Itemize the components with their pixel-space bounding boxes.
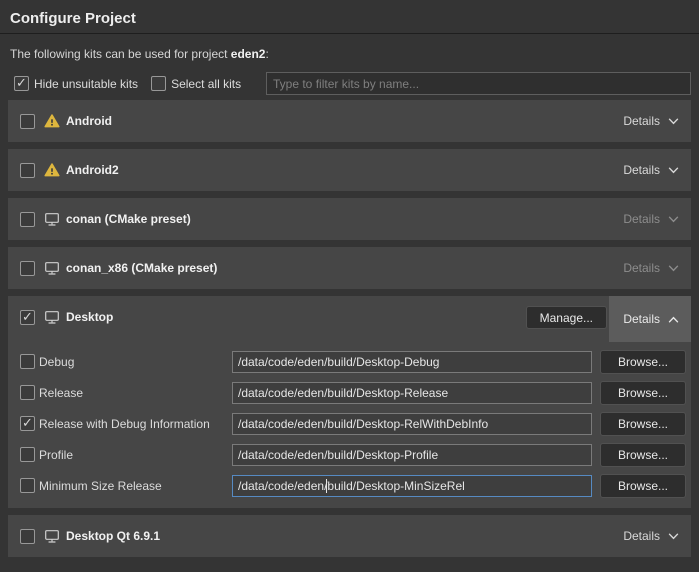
- warning-icon: [44, 113, 60, 129]
- kit-build-configs: Debug Browse... Release Browse... Releas…: [8, 338, 691, 508]
- details-label: Details: [623, 261, 660, 275]
- build-config-label: Profile: [39, 448, 232, 462]
- configure-project-page: Configure Project The following kits can…: [0, 10, 699, 572]
- details-label: Details: [623, 312, 660, 326]
- build-config-checkbox[interactable]: [20, 416, 35, 431]
- select-all-kits-option[interactable]: Select all kits: [151, 76, 241, 91]
- details-toggle[interactable]: Details: [609, 247, 691, 289]
- build-dir-field: [232, 475, 592, 497]
- details-label: Details: [623, 529, 660, 543]
- details-toggle[interactable]: Details: [609, 100, 691, 142]
- kit-header: Desktop Manage... Details: [8, 296, 691, 338]
- build-dir-field: [232, 382, 592, 404]
- select-all-kits-checkbox[interactable]: [151, 76, 166, 91]
- kit-checkbox[interactable]: [20, 261, 35, 276]
- browse-button[interactable]: Browse...: [600, 412, 686, 436]
- build-dir-input[interactable]: [232, 382, 592, 404]
- build-config-label: Release: [39, 386, 232, 400]
- monitor-icon: [44, 309, 60, 325]
- kit-name: Desktop Qt 6.9.1: [66, 529, 160, 543]
- build-config-checkbox[interactable]: [20, 478, 35, 493]
- build-config-label: Debug: [39, 355, 232, 369]
- text-caret: [326, 479, 327, 493]
- manage-button[interactable]: Manage...: [526, 306, 607, 329]
- intro-suffix: :: [265, 47, 268, 61]
- kit-checkbox[interactable]: [20, 212, 35, 227]
- kit-checkbox[interactable]: [20, 529, 35, 544]
- hide-unsuitable-kits-option[interactable]: Hide unsuitable kits: [14, 76, 138, 91]
- build-config-row: Release Browse...: [8, 377, 691, 408]
- kit-row: Desktop Manage... Details Debug Browse..…: [8, 296, 691, 508]
- hide-unsuitable-kits-checkbox[interactable]: [14, 76, 29, 91]
- details-label: Details: [623, 114, 660, 128]
- browse-button[interactable]: Browse...: [600, 350, 686, 374]
- kit-row: Android Details: [8, 100, 691, 142]
- kit-header: conan_x86 (CMake preset) Details: [8, 247, 691, 289]
- monitor-icon: [44, 211, 60, 227]
- kit-checkbox[interactable]: [20, 114, 35, 129]
- kit-list: Android Details Android2: [8, 100, 691, 557]
- browse-button[interactable]: Browse...: [600, 381, 686, 405]
- kit-header: Android2 Details: [8, 149, 691, 191]
- build-config-row: Minimum Size Release Browse...: [8, 470, 691, 501]
- build-dir-field: [232, 413, 592, 435]
- page-title: Configure Project: [10, 10, 699, 28]
- details-toggle[interactable]: Details: [609, 515, 691, 557]
- build-config-checkbox[interactable]: [20, 354, 35, 369]
- chevron-down-icon: [668, 533, 679, 540]
- build-config-row: Profile Browse...: [8, 439, 691, 470]
- details-label: Details: [623, 163, 660, 177]
- details-label: Details: [623, 212, 660, 226]
- build-config-checkbox[interactable]: [20, 447, 35, 462]
- kit-row: Android2 Details: [8, 149, 691, 191]
- chevron-up-icon: [668, 316, 679, 323]
- kit-filter-toolbar: Hide unsuitable kits Select all kits: [14, 72, 691, 95]
- kit-name: Desktop: [66, 310, 113, 324]
- build-config-label: Minimum Size Release: [39, 479, 232, 493]
- kit-row: Desktop Qt 6.9.1 Details: [8, 515, 691, 557]
- kit-name: conan (CMake preset): [66, 212, 191, 226]
- kit-header: Desktop Qt 6.9.1 Details: [8, 515, 691, 557]
- build-config-row: Release with Debug Information Browse...: [8, 408, 691, 439]
- browse-button[interactable]: Browse...: [600, 443, 686, 467]
- build-config-label: Release with Debug Information: [39, 417, 232, 431]
- build-dir-field: [232, 351, 592, 373]
- chevron-down-icon: [668, 216, 679, 223]
- chevron-down-icon: [668, 265, 679, 272]
- kit-row: conan_x86 (CMake preset) Details: [8, 247, 691, 289]
- title-separator: [0, 33, 699, 34]
- warning-icon: [44, 162, 60, 178]
- kit-header: Android Details: [8, 100, 691, 142]
- select-all-kits-label: Select all kits: [171, 77, 241, 91]
- build-dir-input[interactable]: [232, 413, 592, 435]
- build-config-row: Debug Browse...: [8, 346, 691, 377]
- chevron-down-icon: [668, 118, 679, 125]
- chevron-down-icon: [668, 167, 679, 174]
- build-dir-input[interactable]: [232, 351, 592, 373]
- intro-text: The following kits can be used for proje…: [10, 47, 689, 61]
- build-dir-field: [232, 444, 592, 466]
- hide-unsuitable-kits-label: Hide unsuitable kits: [34, 77, 138, 91]
- intro-prefix: The following kits can be used for proje…: [10, 47, 231, 61]
- build-config-checkbox[interactable]: [20, 385, 35, 400]
- kit-filter-input[interactable]: [266, 72, 691, 95]
- kit-name: conan_x86 (CMake preset): [66, 261, 217, 275]
- monitor-icon: [44, 528, 60, 544]
- details-toggle[interactable]: Details: [609, 149, 691, 191]
- kit-checkbox[interactable]: [20, 163, 35, 178]
- details-toggle[interactable]: Details: [609, 198, 691, 240]
- kit-row: conan (CMake preset) Details: [8, 198, 691, 240]
- details-toggle[interactable]: Details: [609, 296, 691, 342]
- build-dir-input[interactable]: [232, 475, 592, 497]
- monitor-icon: [44, 260, 60, 276]
- kit-header: conan (CMake preset) Details: [8, 198, 691, 240]
- kit-checkbox[interactable]: [20, 310, 35, 325]
- kit-name: Android2: [66, 163, 119, 177]
- build-dir-input[interactable]: [232, 444, 592, 466]
- project-name: eden2: [231, 47, 266, 61]
- kit-name: Android: [66, 114, 112, 128]
- browse-button[interactable]: Browse...: [600, 474, 686, 498]
